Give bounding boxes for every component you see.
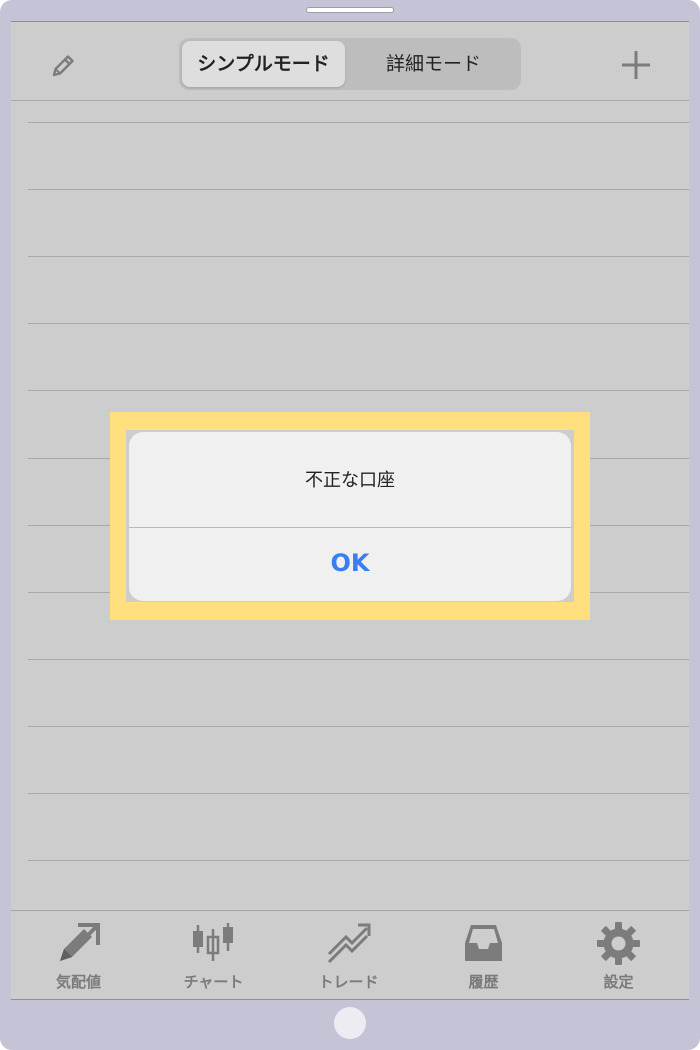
list-separator: [28, 256, 689, 257]
tab-history[interactable]: 履歴: [416, 911, 551, 999]
tab-trade[interactable]: トレード: [281, 911, 416, 999]
home-button[interactable]: [334, 1007, 366, 1039]
detail-mode-segment[interactable]: 詳細モード: [349, 41, 518, 87]
tab-label: トレード: [318, 973, 379, 991]
mode-segmented-control: シンプルモード 詳細モード: [179, 38, 521, 90]
alert-message: 不正な口座: [129, 432, 571, 528]
tab-label: チャート: [183, 973, 244, 991]
device-speaker: [306, 7, 394, 13]
simple-mode-segment[interactable]: シンプルモード: [182, 41, 345, 87]
candlestick-chart-icon: [193, 923, 233, 961]
list-separator: [28, 659, 689, 660]
list-separator: [28, 390, 689, 391]
list-separator: [28, 860, 689, 861]
device-frame: シンプルモード 詳細モード 気配値 チャート トレード 履歴 設定 不正な口座 …: [0, 0, 700, 1050]
quote-arrow-icon: [60, 923, 100, 961]
ok-button[interactable]: OK: [129, 528, 571, 601]
tab-bar: 気配値 チャート トレード 履歴 設定: [11, 910, 689, 999]
tab-label: 履歴: [468, 973, 499, 991]
list-separator: [28, 726, 689, 727]
navigation-bar: シンプルモード 詳細モード: [11, 22, 689, 101]
gear-icon: [597, 922, 640, 965]
list-separator: [28, 793, 689, 794]
tab-quotes[interactable]: 気配値: [11, 911, 146, 999]
tab-label: 気配値: [55, 973, 101, 991]
inbox-tray-icon: [465, 925, 502, 961]
list-separator: [28, 122, 689, 123]
list-separator: [28, 189, 689, 190]
tab-settings[interactable]: 設定: [551, 911, 686, 999]
alert-dialog: 不正な口座 OK: [129, 432, 571, 601]
tab-label: 設定: [603, 973, 634, 991]
plus-icon[interactable]: [619, 48, 653, 82]
pencil-edit-icon[interactable]: [46, 49, 78, 81]
tab-chart[interactable]: チャート: [146, 911, 281, 999]
trade-arrow-icon: [327, 923, 371, 964]
list-separator: [28, 323, 689, 324]
